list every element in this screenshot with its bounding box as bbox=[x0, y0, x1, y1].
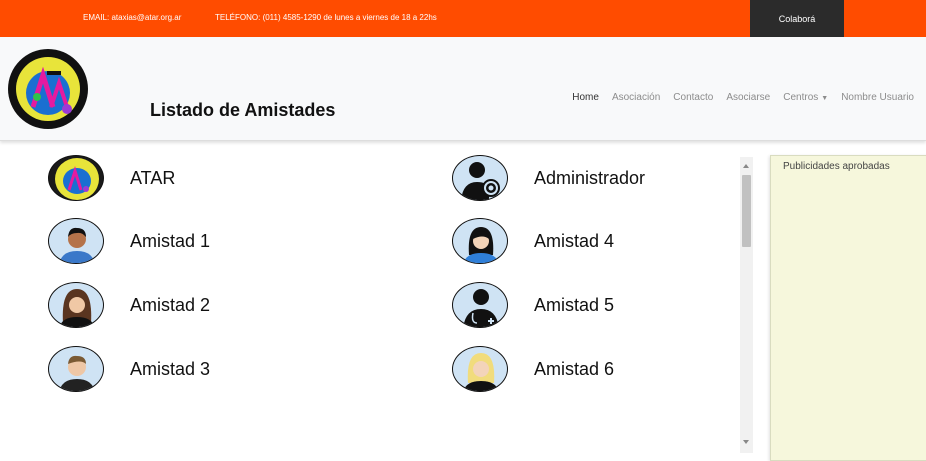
friend-item[interactable]: Amistad 5 bbox=[452, 282, 614, 328]
friend-name: Amistad 5 bbox=[534, 294, 615, 315]
friends-scrollbar[interactable] bbox=[740, 157, 753, 453]
nav-centros-label: Centros bbox=[783, 92, 819, 103]
friend-item[interactable]: ATAR bbox=[48, 155, 175, 201]
friend-name: Amistad 2 bbox=[130, 294, 211, 315]
friend-name: Amistad 1 bbox=[130, 230, 211, 251]
friend-item[interactable]: Amistad 6 bbox=[452, 346, 614, 392]
atar-logo-icon bbox=[48, 155, 104, 201]
friend-item[interactable]: Amistad 1 bbox=[48, 218, 210, 264]
nav-user[interactable]: Nombre Usuario bbox=[841, 92, 914, 103]
ads-title: Publicidades aprobadas bbox=[783, 161, 890, 172]
chevron-down-icon: ▼ bbox=[821, 95, 829, 102]
friend-name: Administrador bbox=[534, 167, 646, 188]
scrollbar-thumb[interactable] bbox=[742, 175, 751, 247]
friend-item[interactable]: Administrador bbox=[452, 155, 645, 201]
contact-email: EMAIL: ataxias@atar.org.ar bbox=[83, 13, 182, 22]
blonde-woman-avatar-icon bbox=[452, 346, 508, 392]
ads-panel: Publicidades aprobadas bbox=[770, 155, 926, 461]
friend-name: ATAR bbox=[130, 167, 176, 188]
friend-item[interactable]: Amistad 3 bbox=[48, 346, 210, 392]
nav-centros-dropdown[interactable]: Centros ▼ bbox=[783, 92, 828, 103]
man-avatar-icon bbox=[48, 218, 104, 264]
friend-name: Amistad 3 bbox=[130, 358, 211, 379]
friend-item[interactable]: Amistad 4 bbox=[452, 218, 614, 264]
friend-item[interactable]: Amistad 2 bbox=[48, 282, 210, 328]
atar-logo[interactable] bbox=[7, 47, 89, 131]
header: Listado de Amistades Home Asociación Con… bbox=[0, 37, 926, 141]
nav-home[interactable]: Home bbox=[572, 92, 599, 103]
contact-phone: TELÉFONO: (011) 4585-1290 de lunes a vie… bbox=[215, 13, 437, 22]
admin-gear-icon bbox=[452, 155, 508, 201]
page-title: Listado de Amistades bbox=[150, 100, 336, 120]
doctor-avatar-icon bbox=[452, 282, 508, 328]
woman-avatar-icon bbox=[452, 218, 508, 264]
friend-name: Amistad 6 bbox=[534, 358, 615, 379]
top-bar: EMAIL: ataxias@atar.org.ar TELÉFONO: (01… bbox=[0, 0, 926, 37]
nav-contacto[interactable]: Contacto bbox=[673, 92, 713, 103]
nav-asociarse[interactable]: Asociarse bbox=[726, 92, 770, 103]
collaborate-button[interactable]: Colaborá bbox=[750, 0, 844, 37]
nav-asociacion[interactable]: Asociación bbox=[612, 92, 660, 103]
main-nav: Home Asociación Contacto Asociarse Centr… bbox=[559, 92, 914, 103]
scroll-up-icon[interactable] bbox=[743, 164, 749, 168]
friend-name: Amistad 4 bbox=[534, 230, 615, 251]
woman-long-hair-avatar-icon bbox=[48, 282, 104, 328]
man-dark-shirt-avatar-icon bbox=[48, 346, 104, 392]
scroll-down-icon[interactable] bbox=[743, 440, 749, 444]
